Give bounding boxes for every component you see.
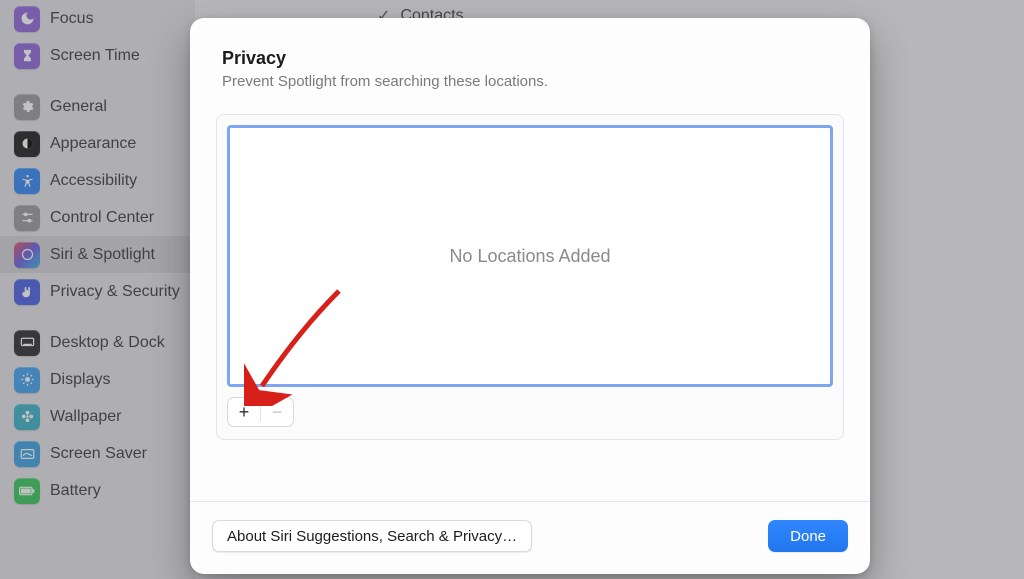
about-button-label: About Siri Suggestions, Search & Privacy…: [227, 528, 517, 545]
done-button[interactable]: Done: [768, 520, 848, 552]
locations-container: No Locations Added + −: [216, 114, 844, 440]
sheet-footer: About Siri Suggestions, Search & Privacy…: [190, 501, 870, 574]
locations-list[interactable]: No Locations Added: [227, 125, 833, 387]
minus-icon: −: [272, 402, 283, 423]
about-button[interactable]: About Siri Suggestions, Search & Privacy…: [212, 520, 532, 552]
empty-state-text: No Locations Added: [449, 246, 610, 267]
add-button[interactable]: +: [228, 398, 260, 426]
privacy-sheet: Privacy Prevent Spotlight from searching…: [190, 18, 870, 574]
done-button-label: Done: [790, 528, 826, 545]
remove-button: −: [261, 398, 293, 426]
sheet-subtitle: Prevent Spotlight from searching these l…: [222, 73, 838, 90]
sheet-title: Privacy: [222, 48, 838, 69]
plus-icon: +: [239, 402, 250, 423]
sheet-header: Privacy Prevent Spotlight from searching…: [190, 18, 870, 98]
add-remove-controls: + −: [227, 397, 294, 427]
